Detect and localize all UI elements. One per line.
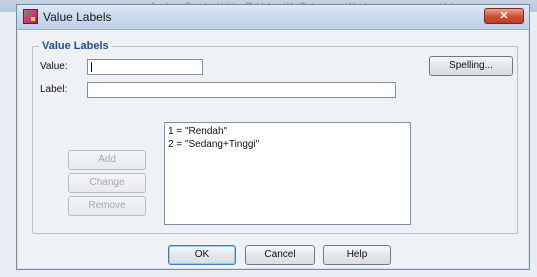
spss-app-icon [23,9,38,24]
value-label: Value: [40,61,68,72]
list-item[interactable]: 2 = "Sedang+Tinggi" [168,138,407,151]
value-input[interactable] [87,59,203,75]
add-button[interactable]: Add [68,150,146,170]
ok-button[interactable]: OK [168,245,236,265]
label-input[interactable] [87,82,396,98]
dialog-titlebar[interactable]: Value Labels ✕ [17,5,529,30]
cancel-button[interactable]: Cancel [245,245,315,265]
remove-button[interactable]: Remove [68,196,146,216]
label-label: Label: [40,84,68,95]
help-button[interactable]: Help [323,245,391,265]
group-title: Value Labels [39,40,112,52]
dialog-client-area: Value Labels Value: Label: Spelling... A… [23,30,523,265]
dialog-title: Value Labels [43,10,112,24]
value-labels-dialog: Value Labels ✕ Value Labels Value: Label… [16,4,530,270]
spelling-button[interactable]: Spelling... [429,56,513,76]
change-button[interactable]: Change [68,173,146,193]
close-icon: ✕ [499,10,509,22]
value-labels-list[interactable]: 1 = "Rendah" 2 = "Sedang+Tinggi" [164,122,411,225]
close-button[interactable]: ✕ [484,8,524,24]
text-cursor [91,62,92,72]
list-item[interactable]: 1 = "Rendah" [168,125,407,138]
